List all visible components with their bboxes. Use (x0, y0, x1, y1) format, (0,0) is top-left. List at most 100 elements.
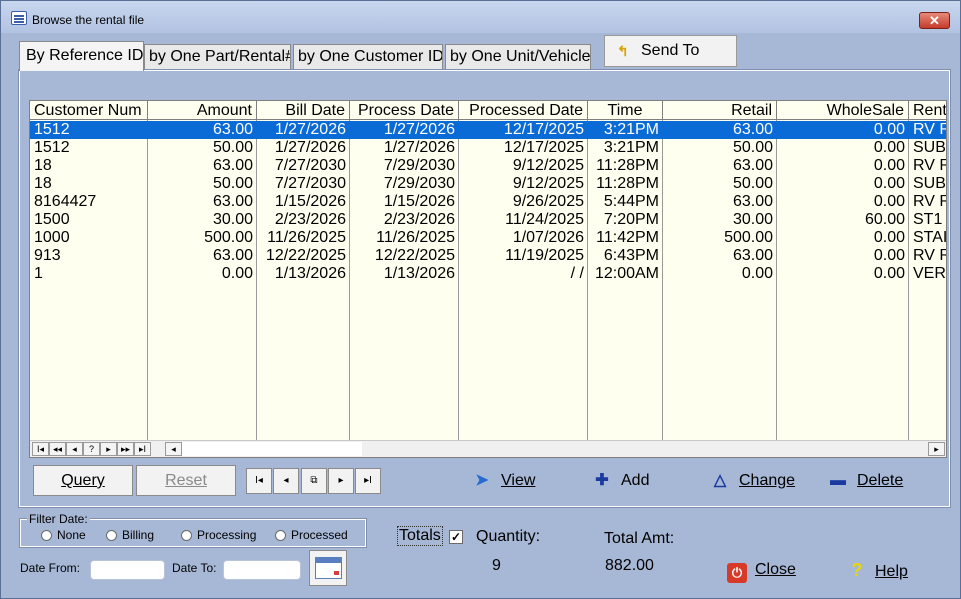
table-row[interactable]: 1512 50.00 1/27/2026 1/27/2026 12/17/2025 3:2… (30, 139, 946, 157)
tab-by-part-rental[interactable]: by One Part/Rental# (144, 44, 291, 70)
cell-time: 3:21PM (603, 121, 659, 138)
col-header-amount[interactable]: Amount (148, 101, 257, 120)
add-button[interactable]: ✚ Add (591, 469, 649, 493)
last-record-button[interactable]: ▸I (355, 468, 381, 494)
prev-record-icon[interactable]: ◂ (66, 442, 83, 456)
tab-by-customer-id[interactable]: by One Customer ID (293, 44, 443, 70)
quantity-label: Quantity: (476, 528, 541, 545)
close-button[interactable]: ⏻ Close (727, 558, 796, 583)
cell-rent: VER (913, 265, 946, 282)
query-button[interactable]: Query (33, 465, 133, 496)
last-record-icon[interactable]: ▸I (134, 442, 151, 456)
cell-rent: ST1 (913, 211, 943, 228)
next-record-button[interactable]: ▸ (328, 468, 354, 494)
cell-process-date: 2/23/2026 (383, 211, 455, 228)
scroll-left-icon[interactable]: ◂ (165, 442, 182, 456)
prev-record-button[interactable]: ◂ (273, 468, 299, 494)
help-button[interactable]: ? Help (847, 558, 908, 582)
prev-page-icon[interactable]: ◂◂ (49, 442, 66, 456)
change-button[interactable]: △ Change (709, 469, 795, 493)
cell-wholesale: 0.00 (873, 157, 905, 174)
date-from-field[interactable] (90, 560, 165, 580)
col-header-customer-num[interactable]: Customer Num (30, 101, 148, 120)
table-row[interactable]: 8164427 63.00 1/15/2026 1/15/2026 9/26/2025 5… (30, 193, 946, 211)
cell-amount: 63.00 (212, 193, 253, 210)
filter-radio-processed[interactable]: Processed (275, 529, 348, 542)
col-header-process-date[interactable]: Process Date (350, 101, 459, 120)
cell-time: 11:28PM (596, 175, 659, 192)
view-pointer-icon: ➤ (475, 472, 489, 489)
cell-amount: 30.00 (212, 211, 253, 228)
tab-by-reference-id[interactable]: By Reference ID (19, 41, 144, 71)
table-row[interactable]: 18 63.00 7/27/2030 7/29/2030 9/12/2025 11:28P… (30, 157, 946, 175)
delete-button[interactable]: ▬ Delete (827, 469, 903, 493)
rental-browse-window: Browse the rental file ✕ By Reference ID… (0, 0, 961, 599)
cell-customer-num: 1000 (34, 229, 70, 246)
filter-processed-label: Processed (291, 528, 348, 542)
cell-wholesale: 0.00 (873, 139, 905, 156)
date-to-field[interactable] (223, 560, 301, 580)
cell-wholesale: 0.00 (873, 265, 905, 282)
cell-wholesale: 0.00 (873, 247, 905, 264)
cell-time: 7:20PM (603, 211, 659, 228)
next-record-icon[interactable]: ▸ (100, 442, 117, 456)
table-row[interactable]: 1512 63.00 1/27/2026 1/27/2026 12/17/2025 3:2… (30, 121, 946, 139)
tab-by-unit-vehicle[interactable]: by One Unit/Vehicle (445, 44, 591, 70)
cell-customer-num: 1512 (34, 121, 70, 138)
col-header-time[interactable]: Time (588, 101, 663, 120)
col-header-rent[interactable]: Rent (909, 101, 946, 120)
cell-process-date: 7/29/2030 (383, 157, 455, 174)
cell-wholesale: 0.00 (873, 229, 905, 246)
window-close-button[interactable]: ✕ (919, 12, 950, 29)
send-to-button[interactable]: ↰ Send To (604, 35, 737, 67)
first-record-icon[interactable]: I◂ (32, 442, 49, 456)
reset-button[interactable]: Reset (136, 465, 236, 496)
horizontal-scrollbar[interactable] (182, 442, 362, 456)
cell-retail: 63.00 (732, 157, 773, 174)
grid-nav-bar: I◂ ◂◂ ◂ ? ▸ ▸▸ ▸I ◂ ▸ (30, 440, 946, 457)
query-button-label: Query (61, 472, 105, 489)
change-triangle-icon: △ (713, 472, 727, 489)
cell-amount: 500.00 (204, 229, 253, 246)
calendar-button[interactable] (309, 550, 347, 586)
filter-radio-billing[interactable]: Billing (106, 529, 154, 542)
rental-grid[interactable]: Customer Num Amount Bill Date Process Da… (29, 100, 947, 458)
window-app-icon (11, 11, 27, 25)
col-header-wholesale[interactable]: WholeSale (777, 101, 909, 120)
col-header-processed-date[interactable]: Processed Date (459, 101, 588, 120)
cell-process-date: 12/22/2025 (374, 247, 455, 264)
col-header-retail[interactable]: Retail (663, 101, 777, 120)
cell-retail: 500.00 (724, 229, 773, 246)
filter-radio-processing[interactable]: Processing (181, 529, 256, 542)
scroll-right-icon[interactable]: ▸ (928, 442, 945, 456)
cell-customer-num: 8164427 (34, 193, 97, 210)
cell-bill-date: 12/22/2025 (265, 247, 346, 264)
view-button[interactable]: ➤ View (471, 469, 535, 493)
calendar-icon (315, 557, 342, 579)
filter-date-legend: Filter Date: (27, 512, 90, 526)
goto-record-button[interactable]: ⧉ (301, 468, 327, 494)
window-title: Browse the rental file (32, 13, 145, 27)
totals-checkbox[interactable]: ✓ (449, 530, 463, 544)
filter-radio-none[interactable]: None (41, 529, 86, 542)
cell-process-date: 11/26/2025 (376, 229, 455, 246)
cell-process-date: 1/13/2026 (383, 265, 455, 282)
table-row[interactable]: 1 0.00 1/13/2026 1/13/2026 / / 12:00AM 0.00 0.0… (30, 265, 946, 283)
cell-processed-date: 1/07/2026 (512, 229, 584, 246)
table-row[interactable]: 1000 500.00 11/26/2025 11/26/2025 1/07/2026 1… (30, 229, 946, 247)
cell-processed-date: 11/24/2025 (505, 211, 584, 228)
cell-time: 6:43PM (603, 247, 659, 264)
next-page-icon[interactable]: ▸▸ (117, 442, 134, 456)
cell-customer-num: 18 (34, 157, 52, 174)
quantity-value: 9 (492, 557, 501, 574)
first-record-button[interactable]: I◂ (246, 468, 272, 494)
table-row[interactable]: 913 63.00 12/22/2025 12/22/2025 11/19/2025 6:… (30, 247, 946, 265)
cell-process-date: 1/27/2026 (383, 121, 455, 138)
search-record-icon[interactable]: ? (83, 442, 100, 456)
cell-customer-num: 18 (34, 175, 52, 192)
table-row[interactable]: 1500 30.00 2/23/2026 2/23/2026 11/24/2025 7:2… (30, 211, 946, 229)
cell-time: 12:00AM (594, 265, 659, 282)
cell-wholesale: 0.00 (873, 193, 905, 210)
table-row[interactable]: 18 50.00 7/27/2030 7/29/2030 9/12/2025 11:28P… (30, 175, 946, 193)
col-header-bill-date[interactable]: Bill Date (257, 101, 350, 120)
